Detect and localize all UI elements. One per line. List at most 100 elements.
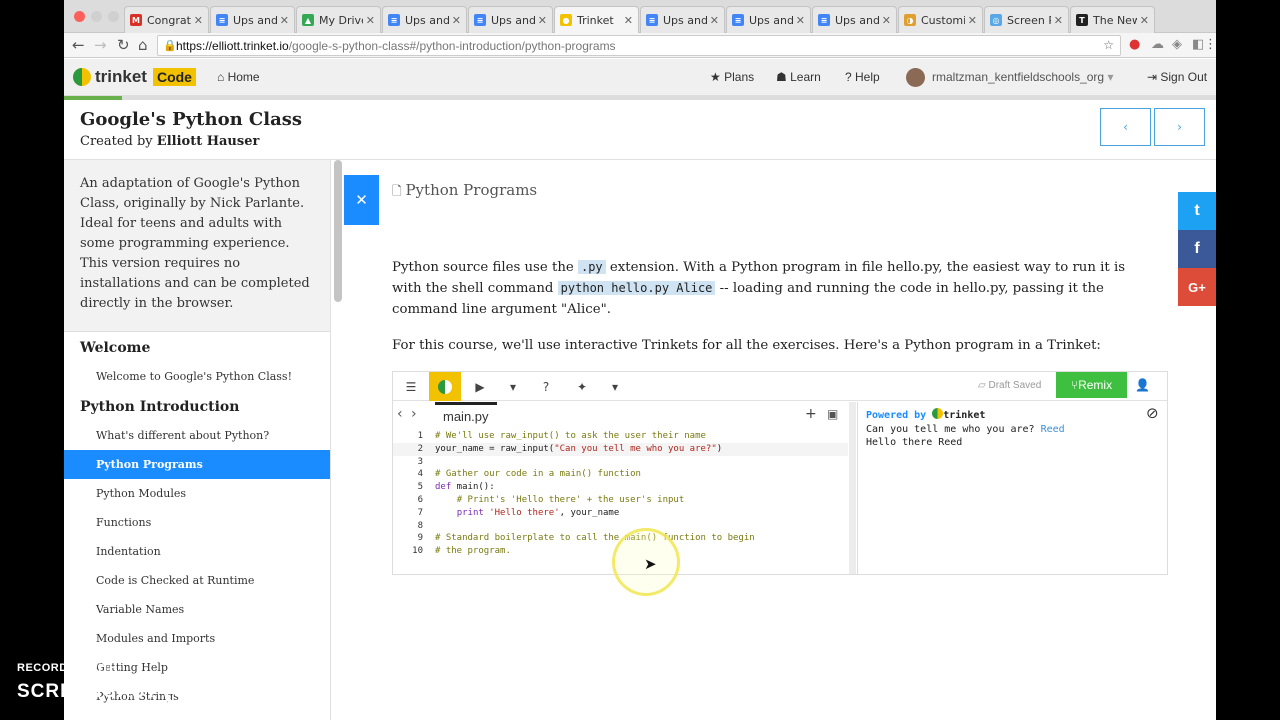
caret-down-icon[interactable]: ▾ <box>497 372 529 401</box>
toc-item[interactable]: Code is Checked at Runtime <box>64 566 330 595</box>
line-number: 6 <box>417 494 423 505</box>
tab-close-icon[interactable]: ✕ <box>1140 14 1149 27</box>
close-sidebar-button[interactable]: ✕ <box>344 175 379 225</box>
toc-item[interactable]: Python Programs <box>64 450 330 479</box>
extension-icon[interactable]: ◧ <box>1192 37 1204 52</box>
browser-tab[interactable]: ▲ My Drive✕ <box>296 6 381 33</box>
browser-tab[interactable]: ≡ Ups and ✕ <box>468 6 553 33</box>
code-line: 1 # We'll use raw_input() to ask the user… <box>393 430 848 443</box>
help-icon[interactable]: ? <box>530 372 562 401</box>
user-avatar[interactable] <box>906 68 925 87</box>
tab-close-icon[interactable]: ✕ <box>968 14 977 27</box>
caret-down-icon[interactable]: ▾ <box>599 372 631 401</box>
add-file-icon[interactable]: + <box>805 406 817 422</box>
browser-tab[interactable]: ≡ Ups and ✕ <box>210 6 295 33</box>
trinket-logo-icon[interactable] <box>429 372 461 401</box>
zoom-window-button[interactable] <box>108 11 119 22</box>
sidebar-scrollbar[interactable] <box>334 160 342 302</box>
extension-icon[interactable]: ● <box>1129 37 1140 52</box>
address-bar[interactable]: 🔒 https://elliott.trinket.io/google-s-py… <box>157 35 1121 56</box>
tab-close-icon[interactable]: ✕ <box>624 14 633 27</box>
toc-item[interactable]: Python Modules <box>64 479 330 508</box>
clear-output-icon[interactable]: ⊘ <box>1146 404 1159 422</box>
home-link[interactable]: ⌂ Home <box>217 70 260 84</box>
toc-item[interactable]: Functions <box>64 508 330 537</box>
help-link[interactable]: ? Help <box>845 70 880 84</box>
plans-link[interactable]: ★ Plans <box>710 70 754 84</box>
browser-tab[interactable]: ● Trinket ✕ <box>554 6 639 33</box>
tab-close-icon[interactable]: ✕ <box>194 14 203 27</box>
course-sidebar: An adaptation of Google's Python Class, … <box>64 160 331 720</box>
tab-close-icon[interactable]: ✕ <box>538 14 547 27</box>
run-icon[interactable]: ▶ <box>464 372 496 401</box>
extension-icon[interactable]: ◈ <box>1172 37 1182 52</box>
inline-code: .py <box>577 260 606 274</box>
close-window-button[interactable] <box>74 11 85 22</box>
twitter-share-button[interactable]: t <box>1178 192 1216 230</box>
trinket-logo[interactable]: trinket Code <box>73 67 196 87</box>
user-name: rmaltzman_kentfieldschools_org <box>932 70 1105 84</box>
user-icon[interactable]: 👤 <box>1135 378 1150 392</box>
home-icon[interactable]: ⌂ <box>138 36 148 54</box>
facebook-share-button[interactable]: f <box>1178 230 1216 268</box>
toc-item[interactable]: Modules and Imports <box>64 624 330 653</box>
sign-out-label: Sign Out <box>1160 70 1208 84</box>
tab-favicon-icon: T <box>1076 14 1088 26</box>
code-line: 6 # Print's 'Hello there' + the user's i… <box>393 494 848 507</box>
browser-tab[interactable]: ≡ Ups and ✕ <box>382 6 467 33</box>
browser-menu-icon[interactable]: ⋮ <box>1204 37 1216 52</box>
inline-code: python hello.py Alice <box>557 281 716 295</box>
google-plus-share-button[interactable]: G+ <box>1178 268 1216 306</box>
browser-tab[interactable]: M Congrats✕ <box>124 6 209 33</box>
browser-tab[interactable]: ◎ Screen R✕ <box>984 6 1069 33</box>
next-lesson-button[interactable]: › <box>1154 108 1205 146</box>
twitter-icon: t <box>1194 202 1200 219</box>
browser-tab[interactable]: ≡ Ups and ✕ <box>726 6 811 33</box>
tab-close-icon[interactable]: ✕ <box>796 14 805 27</box>
browser-tab[interactable]: ≡ Ups and ✕ <box>640 6 725 33</box>
image-icon[interactable]: ▣ <box>827 407 838 421</box>
reload-icon[interactable]: ↻ <box>117 36 130 54</box>
toc-item[interactable]: What's different about Python? <box>64 421 330 450</box>
file-tab-main[interactable]: main.py <box>435 402 497 429</box>
twitter-icon[interactable]: ✦ <box>566 372 598 401</box>
draft-status: ▱ Draft Saved <box>978 380 1041 391</box>
chevron-right-icon[interactable]: › <box>411 406 417 422</box>
bookmark-star-icon[interactable]: ☆ <box>1103 38 1114 52</box>
tab-close-icon[interactable]: ✕ <box>710 14 719 27</box>
prev-lesson-button[interactable]: ‹ <box>1100 108 1151 146</box>
code-token: 'Hello there' <box>489 507 560 518</box>
sign-out-link[interactable]: ⇥ Sign Out <box>1147 70 1207 84</box>
output-user-input: Reed <box>1040 423 1065 435</box>
user-menu[interactable]: rmaltzman_kentfieldschools_org ▾ <box>932 70 1113 84</box>
browser-tab[interactable]: T The New ✕ <box>1070 6 1155 33</box>
url-host: https://elliott.trinket.io <box>176 39 289 53</box>
minimize-window-button[interactable] <box>91 11 102 22</box>
toc-section-title[interactable]: Welcome <box>64 332 330 362</box>
browser-tab[interactable]: ≡ Ups and ✕ <box>812 6 897 33</box>
tab-close-icon[interactable]: ✕ <box>452 14 461 27</box>
editor-splitter[interactable] <box>849 402 856 574</box>
forward-icon[interactable]: → <box>94 36 107 54</box>
chevron-left-icon[interactable]: ‹ <box>397 406 403 422</box>
tab-favicon-icon: ◎ <box>990 14 1002 26</box>
browser-tab[interactable]: ◑ Customiz✕ <box>898 6 983 33</box>
line-number: 9 <box>417 533 423 544</box>
tab-close-icon[interactable]: ✕ <box>882 14 891 27</box>
toc-item[interactable]: Variable Names <box>64 595 330 624</box>
toc-item[interactable]: Indentation <box>64 537 330 566</box>
tab-close-icon[interactable]: ✕ <box>1054 14 1063 27</box>
tab-close-icon[interactable]: ✕ <box>366 14 375 27</box>
course-description: An adaptation of Google's Python Class, … <box>64 160 330 332</box>
toc-section-title[interactable]: Python Introduction <box>64 391 330 421</box>
tab-close-icon[interactable]: ✕ <box>280 14 289 27</box>
extension-icon[interactable]: ☁ <box>1151 37 1164 52</box>
back-icon[interactable]: ← <box>72 36 85 54</box>
code-line: 4 # Gather our code in a main() function <box>393 468 848 481</box>
toc-item[interactable]: Welcome to Google's Python Class! <box>64 362 330 391</box>
code-token: your_name = raw_input( <box>435 443 555 454</box>
menu-icon[interactable]: ☰ <box>395 372 427 401</box>
remix-button[interactable]: ⑂ Remix <box>1056 372 1127 398</box>
learn-link[interactable]: ☗ Learn <box>776 70 821 84</box>
